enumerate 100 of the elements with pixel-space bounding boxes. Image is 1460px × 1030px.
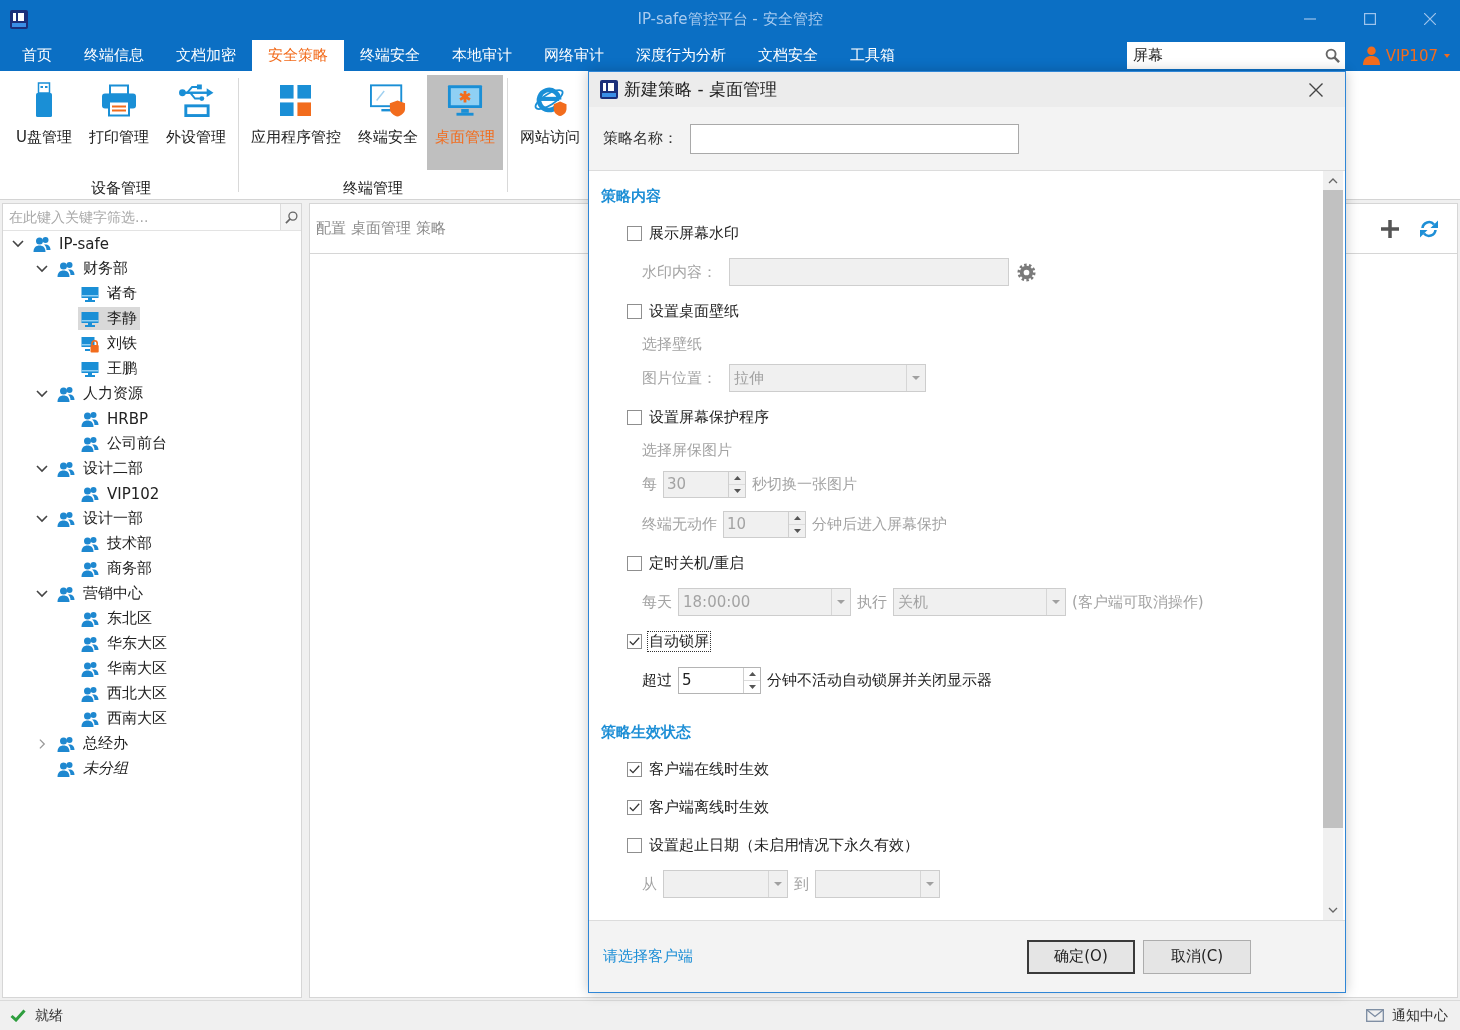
down-arrow-icon[interactable] xyxy=(733,488,741,493)
app-logo-icon xyxy=(10,9,28,29)
chevron-down-icon[interactable] xyxy=(36,589,48,598)
tree-item[interactable]: 公司前台 xyxy=(78,432,170,455)
dialog-button[interactable]: 取消(C) xyxy=(1143,939,1251,974)
checkbox-label[interactable]: 客户端离线时生效 xyxy=(648,797,770,817)
close-icon[interactable] xyxy=(1309,82,1323,97)
down-arrow-icon[interactable] xyxy=(793,528,801,533)
tree-item[interactable]: 人力资源 xyxy=(54,382,146,405)
user-group-icon xyxy=(81,559,99,578)
checkbox-label[interactable]: 自动锁屏 xyxy=(648,631,710,651)
tree-item[interactable]: HRBP xyxy=(78,407,152,430)
chevron-down-icon[interactable] xyxy=(12,239,24,248)
checkbox[interactable] xyxy=(627,555,642,571)
checkbox-label[interactable]: 设置屏幕保护程序 xyxy=(648,407,770,427)
ribbon-button[interactable]: 应用程序管控 xyxy=(243,75,349,170)
menu-tab[interactable]: 终端信息 xyxy=(68,40,160,71)
field-label: 水印内容： xyxy=(642,262,717,282)
refresh-icon[interactable] xyxy=(1419,218,1439,239)
ribbon-button[interactable]: U盘管理 xyxy=(8,75,80,170)
user-group-icon xyxy=(33,234,51,253)
checkbox-label[interactable]: 客户端在线时生效 xyxy=(648,759,770,779)
search-button[interactable] xyxy=(280,204,301,230)
tree-item[interactable]: 西北大区 xyxy=(78,682,170,705)
field-label: 图片位置： xyxy=(642,368,717,388)
down-arrow-icon[interactable] xyxy=(748,684,756,689)
ribbon-button[interactable]: 网站访问 xyxy=(512,75,588,170)
chevron-down-icon[interactable] xyxy=(36,514,48,523)
menu-tab[interactable]: 文档安全 xyxy=(742,40,834,71)
group-label: 设备管理 xyxy=(91,179,151,197)
checkbox[interactable] xyxy=(627,409,642,425)
tree-item[interactable]: 诸奇 xyxy=(78,282,140,305)
user-group-icon xyxy=(57,584,75,603)
menu-tab[interactable]: 深度行为分析 xyxy=(620,40,742,71)
computer-icon xyxy=(81,309,99,328)
envelope-icon xyxy=(1366,1009,1384,1022)
tree-item[interactable]: 刘铁 xyxy=(78,332,140,355)
tree-item[interactable]: 商务部 xyxy=(78,557,155,580)
checkbox-label[interactable]: 设置起止日期（未启用情况下永久有效） xyxy=(648,835,920,855)
tree-item[interactable]: 东北区 xyxy=(78,607,155,630)
tree-item[interactable]: 财务部 xyxy=(54,257,131,280)
user-group-icon xyxy=(57,259,75,278)
checkbox[interactable] xyxy=(627,303,642,319)
tree-item[interactable]: 设计二部 xyxy=(54,457,146,480)
menu-tab[interactable]: 首页 xyxy=(6,40,68,71)
checkbox[interactable] xyxy=(627,761,642,777)
dialog-title: 新建策略 - 桌面管理 xyxy=(624,78,777,101)
checkmark-icon xyxy=(629,764,640,774)
tree-item[interactable]: 总经办 xyxy=(54,732,131,755)
field-label: 分钟后进入屏幕保护 xyxy=(812,514,947,534)
menu-tab[interactable]: 文档加密 xyxy=(160,40,252,71)
chevron-down-icon[interactable] xyxy=(36,264,48,273)
checkbox[interactable] xyxy=(627,837,642,853)
field-label: 到 xyxy=(794,874,809,894)
scroll-up-icon[interactable] xyxy=(1328,178,1338,184)
tree-item[interactable]: 李静 xyxy=(78,307,140,330)
checkbox[interactable] xyxy=(627,225,642,241)
policy-name-field[interactable] xyxy=(690,123,1019,154)
checkbox[interactable] xyxy=(627,633,642,649)
scroll-down-icon[interactable] xyxy=(1328,907,1338,913)
tree-item[interactable]: IP-safe xyxy=(30,232,113,255)
search-icon[interactable] xyxy=(1324,48,1340,63)
section-heading: 策略生效状态 xyxy=(601,722,691,742)
tree-item[interactable]: 设计一部 xyxy=(54,507,146,530)
tree-item[interactable]: 营销中心 xyxy=(54,582,146,605)
ribbon-button[interactable]: 打印管理 xyxy=(81,75,157,170)
user-group-icon xyxy=(81,409,99,428)
search-icon[interactable] xyxy=(284,210,298,224)
checkbox[interactable] xyxy=(627,799,642,815)
menu-tab[interactable]: 本地审计 xyxy=(436,40,528,71)
user-group-icon xyxy=(81,684,99,703)
tree-item[interactable]: 西南大区 xyxy=(78,707,170,730)
menu-tab[interactable]: 网络审计 xyxy=(528,40,620,71)
up-arrow-icon[interactable] xyxy=(748,671,756,676)
menu-tab[interactable]: 终端安全 xyxy=(344,40,436,71)
dialog-button[interactable]: 确定(O) xyxy=(1027,939,1135,974)
ribbon-button[interactable]: 外设管理 xyxy=(158,75,234,170)
tree-item[interactable]: 华南大区 xyxy=(78,657,170,680)
number-spinner[interactable]: 5 xyxy=(678,666,761,694)
notification-center-button[interactable]: 通知中心 xyxy=(1366,1006,1448,1025)
ribbon-button[interactable]: 终端安全 xyxy=(350,75,426,170)
chevron-down-icon[interactable] xyxy=(36,389,48,398)
checkbox-label[interactable]: 展示屏幕水印 xyxy=(648,223,740,243)
tree-item[interactable]: 华东大区 xyxy=(78,632,170,655)
checkbox-label[interactable]: 定时关机/重启 xyxy=(648,553,746,573)
maximize-icon[interactable] xyxy=(1364,13,1376,25)
add-icon[interactable] xyxy=(1381,219,1399,238)
tree-item[interactable]: VIP102 xyxy=(78,482,163,505)
menu-tab[interactable]: 工具箱 xyxy=(834,40,911,71)
checkbox-label[interactable]: 设置桌面壁纸 xyxy=(648,301,740,321)
tree-item[interactable]: 未分组 xyxy=(54,757,131,780)
tree-item[interactable]: 技术部 xyxy=(78,532,155,555)
tree-item[interactable]: 王鹏 xyxy=(78,357,140,380)
search-field[interactable]: 屏幕 xyxy=(1126,42,1345,69)
chevron-right-icon[interactable] xyxy=(38,737,46,750)
field-label: 执行 xyxy=(857,592,887,612)
user-group-icon xyxy=(57,384,75,403)
field-label: 超过 xyxy=(642,670,672,690)
status-text: 就绪 xyxy=(35,1006,63,1025)
chevron-down-icon[interactable] xyxy=(36,464,48,473)
